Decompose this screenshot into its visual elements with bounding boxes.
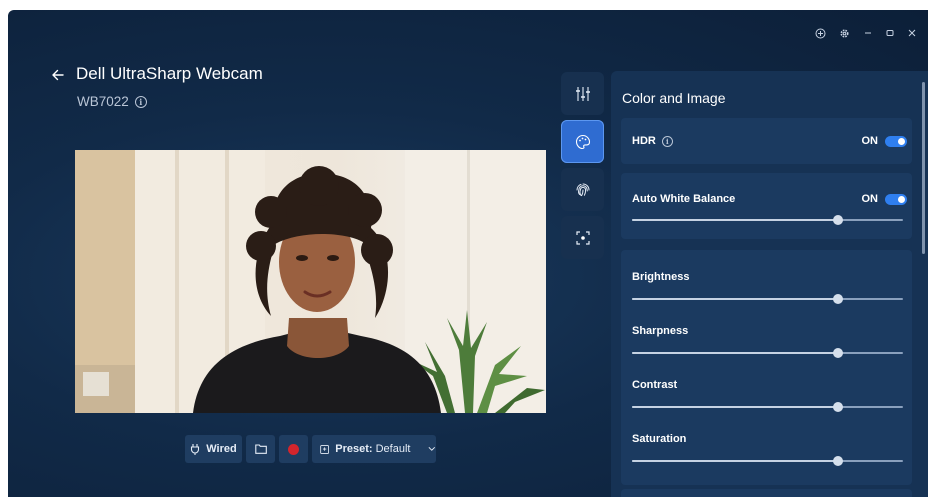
- brightness-slider[interactable]: [632, 293, 903, 305]
- hdr-row: HDR i: [632, 135, 673, 147]
- hdr-switch[interactable]: [885, 135, 907, 147]
- gear-icon[interactable]: [836, 26, 852, 40]
- hdr-info-icon[interactable]: i: [661, 135, 673, 147]
- slider-fill: [632, 460, 838, 462]
- add-icon[interactable]: [812, 26, 828, 40]
- contrast-slider[interactable]: [632, 401, 903, 413]
- chevron-down-icon: [428, 446, 436, 451]
- back-arrow-icon[interactable]: [50, 67, 66, 83]
- preset-prefix: Preset:: [335, 443, 373, 455]
- page-title: Dell UltraSharp Webcam: [76, 64, 263, 83]
- record-button[interactable]: [279, 435, 308, 463]
- preset-dropdown[interactable]: Preset: Default: [312, 435, 436, 463]
- plug-icon: [191, 444, 200, 455]
- saturation-slider[interactable]: [632, 455, 903, 467]
- hdr-card: HDR i ON: [621, 118, 912, 164]
- app-window: Dell UltraSharp Webcam WB7022 i Wired Pr…: [8, 10, 928, 497]
- slider-thumb[interactable]: [832, 294, 843, 304]
- awb-switch[interactable]: [885, 193, 907, 205]
- slider-thumb[interactable]: [832, 348, 843, 358]
- sliders-icon: [575, 86, 590, 101]
- tab-framing[interactable]: [561, 216, 604, 259]
- palette-icon: [575, 134, 590, 149]
- slider-thumb[interactable]: [832, 402, 843, 412]
- hdr-label: HDR: [632, 135, 656, 147]
- adjustments-card: Brightness Sharpness Contrast Saturation: [621, 250, 912, 485]
- hdr-state: ON: [861, 135, 879, 147]
- next-section-card: [621, 489, 912, 497]
- slider-thumb[interactable]: [832, 215, 843, 225]
- slider-thumb[interactable]: [832, 456, 843, 466]
- connection-button[interactable]: Wired: [185, 435, 242, 463]
- awb-slider[interactable]: [632, 214, 903, 226]
- minimize-icon[interactable]: [860, 26, 876, 40]
- awb-toggle[interactable]: ON: [861, 193, 907, 205]
- awb-state: ON: [861, 193, 879, 205]
- device-model: WB7022 i: [77, 94, 147, 109]
- slider-fill: [632, 352, 838, 354]
- panel-scrollbar[interactable]: [922, 82, 925, 254]
- open-folder-button[interactable]: [246, 435, 275, 463]
- contrast-label: Contrast: [632, 379, 678, 391]
- slider-fill: [632, 219, 838, 221]
- awb-label: Auto White Balance: [632, 193, 736, 205]
- sharpness-label: Sharpness: [632, 325, 689, 337]
- maximize-icon[interactable]: [882, 26, 898, 40]
- connection-label: Wired: [206, 443, 237, 455]
- slider-fill: [632, 406, 838, 408]
- sharpness-slider[interactable]: [632, 347, 903, 359]
- tab-privacy[interactable]: [561, 168, 604, 211]
- folder-icon: [254, 444, 267, 454]
- hdr-toggle[interactable]: ON: [861, 135, 907, 147]
- saturation-label: Saturation: [632, 433, 687, 445]
- slider-fill: [632, 298, 838, 300]
- auto-white-balance-card: Auto White Balance ON: [621, 173, 912, 239]
- record-icon: [288, 443, 299, 455]
- brightness-label: Brightness: [632, 271, 690, 283]
- panel-title: Color and Image: [622, 90, 726, 106]
- close-icon[interactable]: [904, 26, 920, 40]
- device-model-label: WB7022: [77, 94, 129, 109]
- tab-adjustments[interactable]: [561, 72, 604, 115]
- color-and-image-panel: Color and Image HDR i ON Auto White Bala…: [611, 71, 928, 497]
- focus-frame-icon: [575, 230, 590, 245]
- preset-icon: [320, 444, 329, 454]
- webcam-preview: [75, 150, 546, 413]
- fingerprint-icon: [576, 183, 589, 196]
- preset-value: Default: [375, 443, 411, 455]
- tab-color-and-image[interactable]: [561, 120, 604, 163]
- info-icon[interactable]: i: [134, 95, 147, 108]
